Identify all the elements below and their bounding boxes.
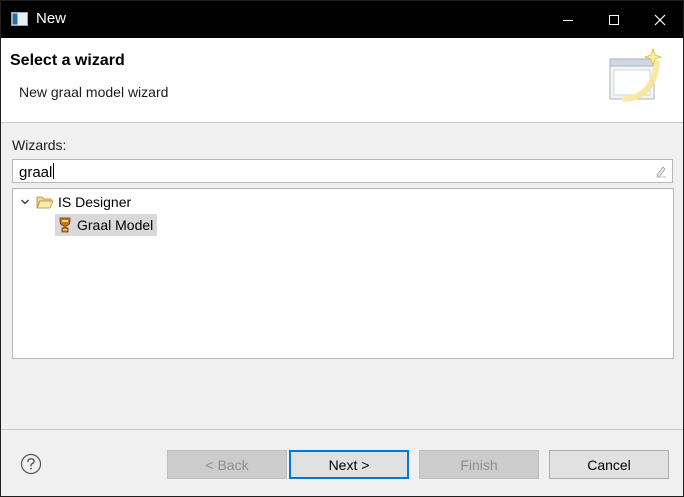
wizard-filter-input[interactable]: graal — [12, 159, 673, 183]
tree-item-is-designer[interactable]: IS Designer — [17, 191, 131, 213]
minimize-icon — [563, 19, 573, 21]
page-description: New graal model wizard — [19, 84, 169, 100]
folder-open-icon — [36, 196, 54, 209]
filter-text: graal — [19, 163, 55, 181]
clear-filter-icon[interactable] — [654, 164, 668, 178]
help-icon[interactable] — [20, 453, 42, 475]
footer-separator — [1, 429, 683, 430]
minimize-button[interactable] — [545, 1, 591, 38]
title-bar[interactable]: New — [1, 1, 683, 38]
page-title: Select a wizard — [10, 52, 125, 69]
maximize-button[interactable] — [591, 1, 637, 38]
back-button[interactable]: < Back — [167, 450, 287, 479]
next-button[interactable]: Next > — [289, 450, 409, 479]
graal-model-icon — [59, 217, 71, 233]
cancel-button[interactable]: Cancel — [549, 450, 669, 479]
text-caret — [53, 163, 55, 179]
expand-toggle[interactable] — [17, 194, 33, 210]
tree-category-label: IS Designer — [58, 194, 132, 210]
new-wizard-dialog: New Select a wizard New graal model wiza… — [0, 0, 684, 497]
wizard-tree[interactable]: IS Designer Graal Model — [12, 188, 674, 359]
wizard-banner-icon — [609, 47, 663, 102]
close-icon — [654, 14, 666, 25]
tree-item-label: Graal Model — [77, 217, 154, 233]
finish-button[interactable]: Finish — [419, 450, 539, 479]
wizards-label: Wizards: — [12, 137, 67, 153]
tree-item-graal-model[interactable]: Graal Model — [55, 214, 158, 236]
close-button[interactable] — [637, 1, 683, 38]
window-app-icon — [11, 12, 28, 26]
chevron-down-icon — [21, 199, 29, 205]
wizard-header: Select a wizard New graal model wizard — [1, 38, 683, 123]
maximize-icon — [609, 14, 619, 25]
window-title: New — [36, 10, 67, 27]
